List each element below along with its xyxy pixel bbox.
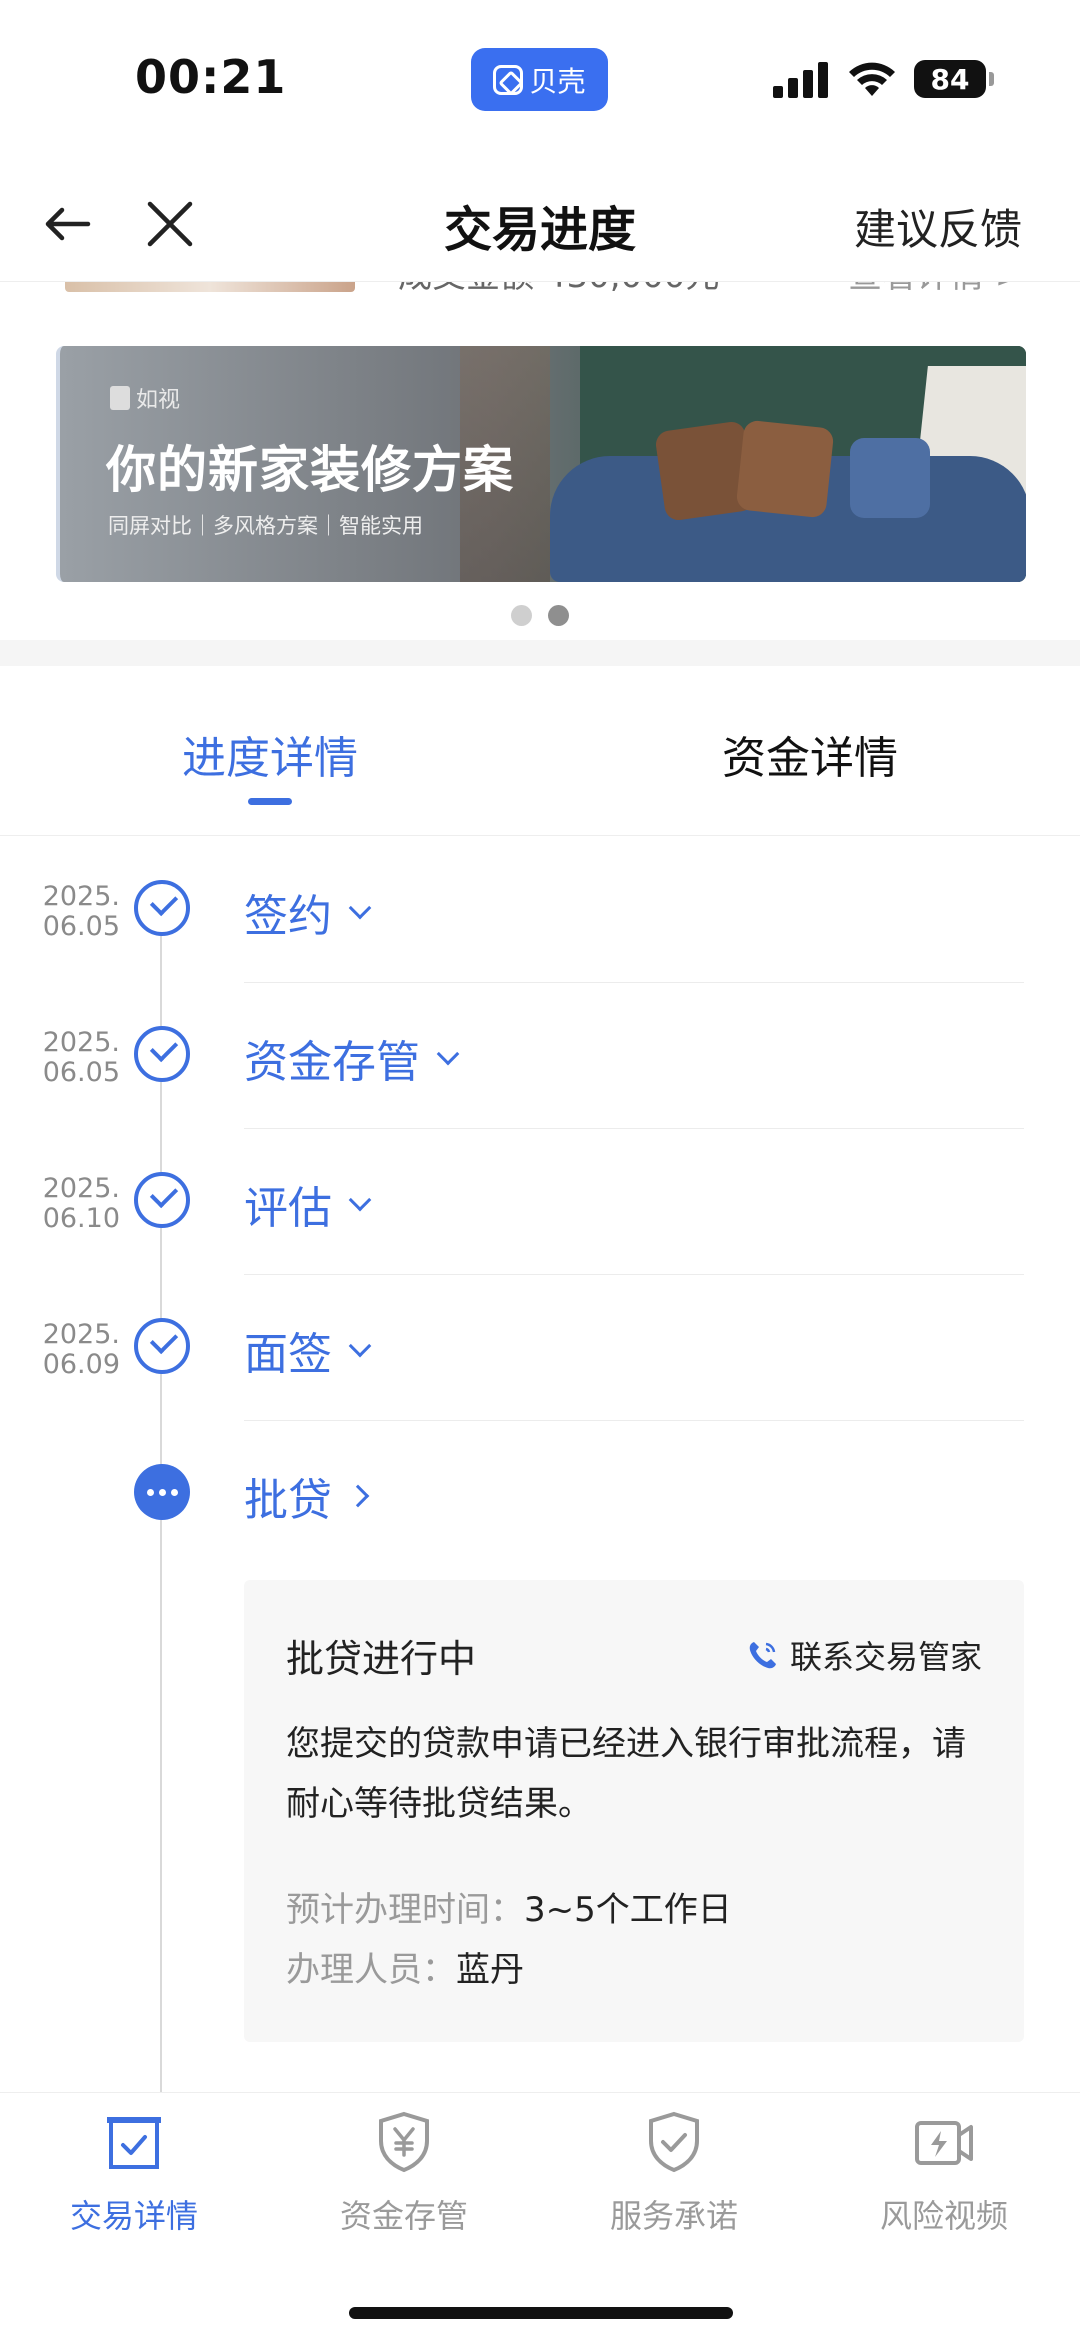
bottom-nav-fund-escrow[interactable]: 资金存管 [304,2109,504,2237]
step-label[interactable]: 评估 [244,1172,372,1236]
step-label[interactable]: 批贷 [244,1464,370,1528]
battery-icon: 84 [914,60,994,98]
chevron-right-icon [346,1484,370,1508]
handler-row: 办理人员：蓝丹 [286,1942,524,1991]
banner-pillow [850,438,930,518]
brand-logo-icon [110,386,130,410]
bottom-nav-label: 服务承诺 [609,2197,738,2235]
chevron-down-icon [348,1334,372,1358]
timeline-step-signing[interactable]: 2025. 06.05 签约 [0,836,1080,983]
bottom-nav-transaction-details[interactable]: 交易详情 [34,2109,234,2237]
step-label[interactable]: 资金存管 [244,1026,460,1090]
step-date: 2025. 06.05 [42,881,120,942]
banner-pillow [735,419,835,519]
feedback-button[interactable]: 建议反馈 [854,196,1022,257]
video-bolt-icon [915,2121,973,2165]
timeline-step-loan-approval[interactable]: 批贷 [0,1420,1080,1566]
more-dots-icon [134,1464,190,1520]
check-circle-icon [134,1026,190,1082]
estimated-time-label: 预计办理时间： [286,1890,524,1930]
card-description: 您提交的贷款申请已经进入银行审批流程，请耐心等待批贷结果。 [286,1724,966,1824]
app-name: 贝壳 [529,64,586,98]
chevron-down-icon [436,1042,460,1066]
handler-value: 蓝丹 [456,1950,524,1990]
step-label[interactable]: 面签 [244,1318,372,1382]
tab-active-indicator [248,798,292,805]
bottom-nav-label: 资金存管 [339,2197,468,2235]
step-date: 2025. 06.09 [42,1319,120,1380]
estimated-time-value: 3~5个工作日 [524,1890,732,1930]
step-date: 2025. 06.05 [42,1027,120,1088]
chevron-down-icon [348,1188,372,1212]
tab-fund-details[interactable]: 资金详情 [722,722,898,786]
wifi-icon [849,62,895,96]
contact-manager-label: 联系交易管家 [789,1638,982,1676]
banner-title: 你的新家装修方案 [106,441,514,499]
tab-progress-details[interactable]: 进度详情 [182,722,358,786]
estimated-time-row: 预计办理时间：3~5个工作日 [286,1882,732,1931]
check-circle-icon [134,1172,190,1228]
section-separator [0,640,1080,666]
app-indicator-pill[interactable]: 贝壳 [471,48,608,111]
step-label[interactable]: 签约 [244,880,372,944]
close-icon[interactable] [140,194,200,254]
bottom-nav-risk-video[interactable]: 风险视频 [844,2109,1044,2237]
carousel-dot-active[interactable] [548,605,569,626]
promo-banner[interactable]: 如视 你的新家装修方案 同屏对比｜多风格方案｜智能实用 [56,346,1026,582]
banner-brand-label: 如视 [136,388,181,413]
back-arrow-icon[interactable] [38,194,98,254]
timeline-step-appraisal[interactable]: 2025. 06.10 评估 [0,1128,1080,1275]
navigation-bar: 交易进度 建议反馈 [0,160,1080,282]
check-circle-icon [134,880,190,936]
phone-icon [749,1642,776,1669]
detail-tabs: 进度详情 资金详情 [0,666,1080,836]
step-date: 2025. 06.10 [42,1173,120,1234]
timeline-step-interview[interactable]: 2025. 06.09 面签 [0,1274,1080,1421]
bottom-nav-label: 风险视频 [879,2197,1008,2235]
loan-status-card: 批贷进行中 联系交易管家 您提交的贷款申请已经进入银行审批流程，请耐心等待批贷结… [244,1580,1024,2042]
battery-level: 84 [930,62,970,96]
status-time: 00:21 [135,50,287,104]
document-check-icon [107,2117,161,2169]
cellular-signal-icon [773,62,829,98]
contact-manager-button[interactable]: 联系交易管家 [746,1632,982,1678]
bottom-nav-label: 交易详情 [69,2197,198,2235]
carousel-dot[interactable] [511,605,532,626]
yuan-shield-icon [379,2111,429,2173]
handler-label: 办理人员： [286,1950,456,1990]
card-title: 批贷进行中 [286,1637,477,1681]
beike-logo-icon [493,64,524,95]
bottom-nav-service-promise[interactable]: 服务承诺 [574,2109,774,2237]
chevron-down-icon [348,896,372,920]
timeline-step-escrow[interactable]: 2025. 06.05 资金存管 [0,982,1080,1129]
banner-brand: 如视 [110,382,180,414]
home-indicator[interactable] [349,2307,733,2319]
bottom-navigation: 交易详情 资金存管 服务承诺 风险视频 [0,2092,1080,2341]
check-shield-icon [649,2111,699,2173]
status-bar: 00:21 贝壳 84 [0,0,1080,160]
check-circle-icon [134,1318,190,1374]
banner-subtitle: 同屏对比｜多风格方案｜智能实用 [108,514,423,538]
carousel-dots [0,605,1080,626]
